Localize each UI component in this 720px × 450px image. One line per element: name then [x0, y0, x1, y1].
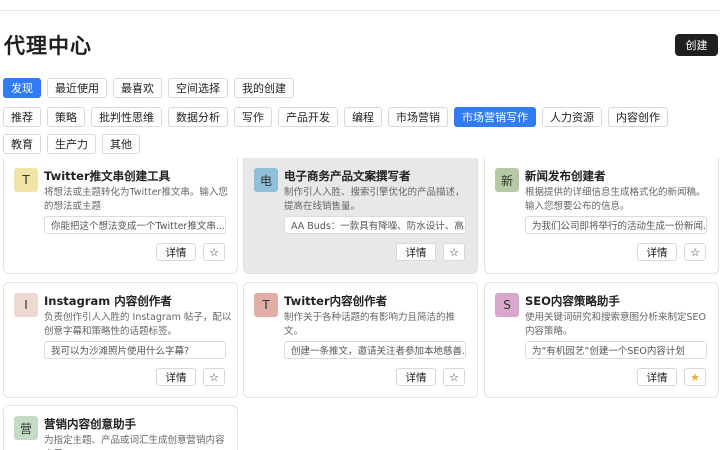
agent-title: Twitter推文串创建工具	[44, 169, 171, 183]
agent-avatar: 电	[254, 168, 278, 192]
agent-card[interactable]: 新 新闻发布创建者 根据提供的详细信息生成格式化的新闻稿。输入您想要公布的信息。…	[484, 158, 719, 274]
tab-bar: 发现 最近使用 最喜欢 空间选择 我的创建	[3, 78, 294, 98]
details-button[interactable]: 详情	[396, 368, 436, 386]
tab-recent[interactable]: 最近使用	[47, 78, 107, 98]
agent-card[interactable]: T Twitter推文串创建工具 将想法或主题转化为Twitter推文串。输入您…	[3, 158, 238, 274]
page-title: 代理中心	[4, 34, 92, 58]
agent-avatar: 新	[495, 168, 519, 192]
star-icon[interactable]: ☆	[443, 368, 465, 386]
category-productivity[interactable]: 生产力	[47, 134, 96, 154]
agent-avatar: 营	[14, 416, 38, 440]
category-strategy[interactable]: 策略	[47, 107, 85, 127]
agent-avatar: I	[14, 293, 38, 317]
agent-description: 使用关键词研究和搜索意图分析来制定SEO内容策略。	[525, 312, 707, 337]
details-button[interactable]: 详情	[156, 243, 196, 261]
category-other[interactable]: 其他	[102, 134, 140, 154]
agent-avatar: T	[254, 293, 278, 317]
agent-description: 负责创作引人入胜的 Instagram 帖子，配以创意字幕和策略性的话题标签。	[44, 312, 232, 337]
category-marketing-writing[interactable]: 市场营销写作	[454, 107, 536, 127]
category-writing[interactable]: 写作	[234, 107, 272, 127]
agent-card[interactable]: S SEO内容策略助手 使用关键词研究和搜索意图分析来制定SEO内容策略。 为“…	[484, 282, 719, 398]
example-prompt[interactable]: 为“有机园艺”创建一个SEO内容计划	[525, 341, 707, 359]
category-product-dev[interactable]: 产品开发	[278, 107, 338, 127]
details-button[interactable]: 详情	[396, 243, 436, 261]
category-filter: 推荐 策略 批判性思维 数据分析 写作 产品开发 编程 市场营销 市场营销写作 …	[3, 107, 703, 154]
details-button[interactable]: 详情	[637, 368, 677, 386]
agent-description: 制作关于各种话题的有影响力且简洁的推文。	[284, 312, 456, 337]
example-prompt[interactable]: 你能把这个想法变成一个Twitter推文串...	[44, 216, 226, 234]
agent-card[interactable]: 营 营销内容创意助手 为指定主题、产品或词汇生成创意营销内容点子。	[3, 405, 238, 450]
category-hr[interactable]: 人力资源	[542, 107, 602, 127]
category-critical-thinking[interactable]: 批判性思维	[91, 107, 162, 127]
category-marketing[interactable]: 市场营销	[388, 107, 448, 127]
category-programming[interactable]: 编程	[344, 107, 382, 127]
agent-card[interactable]: T Twitter内容创作者 制作关于各种话题的有影响力且简洁的推文。 创建一条…	[243, 282, 478, 398]
agent-avatar: T	[14, 168, 38, 192]
agent-description: 根据提供的详细信息生成格式化的新闻稿。输入您想要公布的信息。	[525, 187, 706, 212]
agent-description: 为指定主题、产品或词汇生成创意营销内容点子。	[44, 435, 225, 450]
star-icon[interactable]: ☆	[203, 243, 225, 261]
agent-title: 新闻发布创建者	[525, 169, 606, 183]
agent-card[interactable]: I Instagram 内容创作者 负责创作引人入胜的 Instagram 帖子…	[3, 282, 238, 398]
tab-space-select[interactable]: 空间选择	[168, 78, 228, 98]
tab-discover[interactable]: 发现	[3, 78, 41, 98]
top-divider	[0, 10, 720, 11]
create-button[interactable]: 创建	[675, 34, 718, 56]
category-content-creation[interactable]: 内容创作	[608, 107, 668, 127]
agent-description: 将想法或主题转化为Twitter推文串。输入您的想法或主题	[44, 187, 228, 212]
category-recommended[interactable]: 推荐	[3, 107, 41, 127]
agent-title: 营销内容创意助手	[44, 417, 136, 431]
agent-title: SEO内容策略助手	[525, 294, 620, 308]
star-icon[interactable]: ☆	[203, 368, 225, 386]
example-prompt[interactable]: 我可以为沙滩照片使用什么字幕?	[44, 341, 226, 359]
details-button[interactable]: 详情	[637, 243, 677, 261]
agent-title: Instagram 内容创作者	[44, 294, 172, 308]
example-prompt[interactable]: 为我们公司即将举行的活动生成一份新闻...	[525, 216, 707, 234]
star-filled-icon[interactable]: ★	[684, 368, 706, 386]
agent-description: 制作引人入胜、搜索引擎优化的产品描述，提高在线销售量。	[284, 187, 465, 212]
star-icon[interactable]: ☆	[443, 243, 465, 261]
category-data-analysis[interactable]: 数据分析	[168, 107, 228, 127]
tab-my-creations[interactable]: 我的创建	[234, 78, 294, 98]
star-icon[interactable]: ☆	[684, 243, 706, 261]
example-prompt[interactable]: AA Buds：一款具有降噪、防水设计、高...	[284, 216, 466, 234]
details-button[interactable]: 详情	[156, 368, 196, 386]
category-education[interactable]: 教育	[3, 134, 41, 154]
agent-card[interactable]: 电 电子商务产品文案撰写者 制作引人入胜、搜索引擎优化的产品描述，提高在线销售量…	[243, 158, 478, 274]
example-prompt[interactable]: 创建一条推文，邀请关注者参加本地慈善...	[284, 341, 466, 359]
agent-avatar: S	[495, 293, 519, 317]
agent-title: Twitter内容创作者	[284, 294, 388, 308]
agent-title: 电子商务产品文案撰写者	[284, 169, 411, 183]
tab-favorites[interactable]: 最喜欢	[113, 78, 162, 98]
